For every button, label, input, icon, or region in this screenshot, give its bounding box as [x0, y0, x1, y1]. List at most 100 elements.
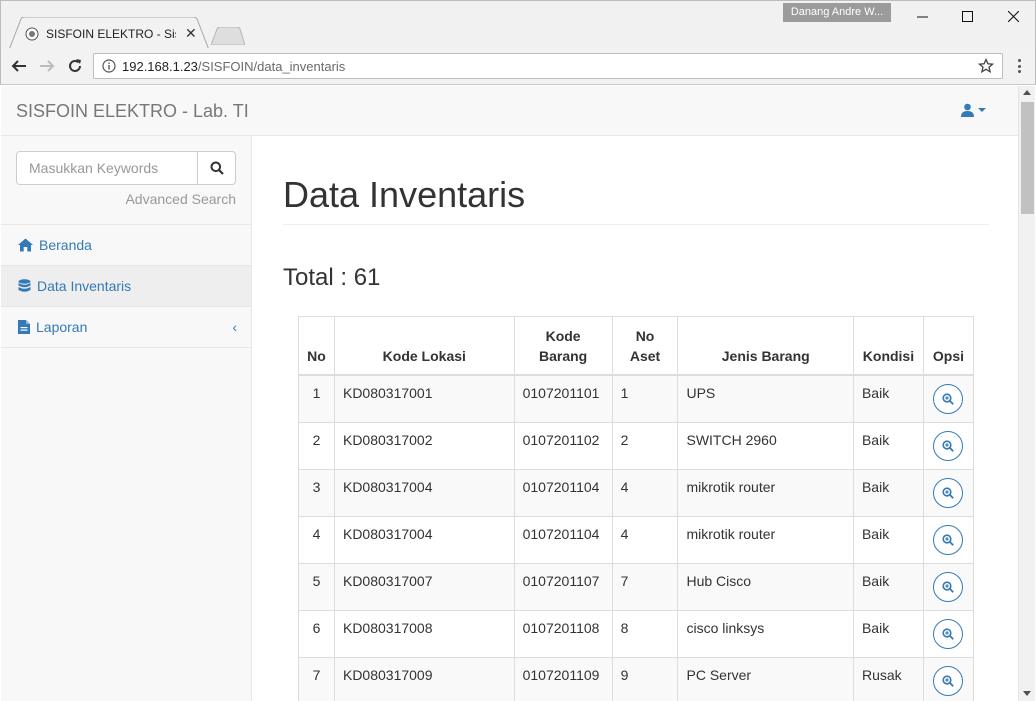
- cell-no-aset: 4: [611, 515, 679, 564]
- total-count: Total : 61: [283, 264, 381, 291]
- maximize-button[interactable]: [944, 1, 990, 31]
- cell-jenis-barang: Hub Cisco: [677, 562, 854, 611]
- zoom-in-icon: [942, 627, 955, 640]
- cell-kode-barang: 0107201107: [513, 562, 613, 611]
- tab-title: SISFOIN ELEKTRO - Sistem: [46, 27, 176, 41]
- view-detail-button[interactable]: [933, 524, 964, 555]
- inventory-table: No Kode Lokasi Kode Barang No Aset Jenis…: [298, 316, 975, 701]
- col-header-kondisi[interactable]: Kondisi: [852, 316, 924, 376]
- table-row: 1 KD080317001 0107201101 1 UPS Baik: [298, 374, 975, 423]
- close-window-button[interactable]: [990, 1, 1036, 31]
- browser-profile-badge[interactable]: Danang Andre W...: [783, 3, 891, 22]
- cell-jenis-barang: mikrotik router: [677, 515, 854, 564]
- sidebar-item-beranda[interactable]: Beranda: [1, 225, 251, 266]
- sidebar-item-data-inventaris[interactable]: Data Inventaris: [1, 266, 251, 307]
- url-text[interactable]: 192.168.1.23/SISFOIN/data_inventaris: [122, 59, 345, 74]
- advanced-search-link[interactable]: Advanced Search: [125, 191, 236, 207]
- zoom-in-icon: [942, 533, 955, 546]
- vertical-scrollbar[interactable]: [1018, 86, 1035, 701]
- cell-kode-barang: 0107201108: [513, 609, 613, 658]
- maximize-icon: [961, 10, 973, 22]
- forward-button[interactable]: [37, 56, 57, 76]
- user-icon: [961, 103, 974, 117]
- cell-no: 5: [298, 562, 335, 611]
- url-path: /SISFOIN/data_inventaris: [197, 59, 346, 74]
- zoom-in-icon: [942, 580, 955, 593]
- cell-opsi: [922, 609, 975, 658]
- view-detail-button[interactable]: [933, 430, 964, 461]
- user-dropdown[interactable]: [961, 103, 986, 117]
- view-detail-button[interactable]: [933, 665, 964, 696]
- view-detail-button[interactable]: [933, 618, 964, 649]
- cell-no: 1: [298, 374, 335, 423]
- browser-menu-icon[interactable]: [1011, 57, 1027, 75]
- cell-opsi: [922, 421, 975, 470]
- browser-toolbar: 192.168.1.23/SISFOIN/data_inventaris: [0, 48, 1036, 85]
- cell-kondisi: Baik: [852, 468, 924, 517]
- url-host: 192.168.1.23: [122, 59, 198, 74]
- col-header-kode-barang[interactable]: Kode Barang: [513, 316, 613, 376]
- reload-icon: [69, 59, 81, 72]
- view-detail-button[interactable]: [933, 477, 964, 508]
- page-viewport: SISFOIN ELEKTRO - Lab. TI Advanced Searc…: [1, 86, 1018, 701]
- page-title: Data Inventaris: [283, 174, 526, 215]
- cell-kode-lokasi: KD080317008: [333, 609, 515, 658]
- table-row: 2 KD080317002 0107201102 2 SWITCH 2960 B…: [298, 421, 975, 470]
- table-row: 5 KD080317007 0107201107 7 Hub Cisco Bai…: [298, 562, 975, 611]
- search-input[interactable]: [16, 151, 198, 185]
- cell-kode-lokasi: KD080317004: [333, 515, 515, 564]
- zoom-in-icon: [942, 486, 955, 499]
- navbar-brand[interactable]: SISFOIN ELEKTRO - Lab. TI: [16, 101, 249, 121]
- reload-button[interactable]: [65, 56, 85, 76]
- database-icon: [18, 279, 31, 292]
- cell-jenis-barang: UPS: [677, 374, 854, 423]
- arrow-left-icon: [11, 60, 26, 72]
- back-button[interactable]: [9, 56, 29, 76]
- cell-opsi: [922, 562, 975, 611]
- col-header-no[interactable]: No: [298, 316, 335, 376]
- minimize-button[interactable]: [899, 1, 945, 31]
- table-row: 6 KD080317008 0107201108 8 cisco linksys…: [298, 609, 975, 658]
- file-icon: [18, 320, 30, 334]
- cell-kode-barang: 0107201104: [513, 468, 613, 517]
- cell-kondisi: Baik: [852, 562, 924, 611]
- close-icon: [1007, 10, 1019, 22]
- info-icon[interactable]: [102, 59, 116, 73]
- cell-kode-lokasi: KD080317009: [333, 656, 515, 701]
- cell-kondisi: Baik: [852, 374, 924, 423]
- address-bar[interactable]: 192.168.1.23/SISFOIN/data_inventaris: [93, 53, 1003, 79]
- cell-no-aset: 7: [611, 562, 679, 611]
- tab-close-icon[interactable]: ✕: [185, 25, 197, 41]
- cell-kode-barang: 0107201104: [513, 515, 613, 564]
- cell-no: 3: [298, 468, 335, 517]
- cell-opsi: [922, 468, 975, 517]
- scroll-up-arrow-icon[interactable]: [1023, 90, 1031, 95]
- zoom-in-icon: [942, 674, 955, 687]
- cell-no: 7: [298, 656, 335, 701]
- sidebar-item-label: Beranda: [39, 237, 92, 253]
- bookmark-star-icon[interactable]: [978, 58, 994, 74]
- top-navbar: SISFOIN ELEKTRO - Lab. TI: [1, 86, 1018, 136]
- col-header-jenis-barang[interactable]: Jenis Barang: [677, 316, 854, 376]
- cell-kondisi: Rusak: [852, 656, 924, 701]
- scrollbar-thumb[interactable]: [1021, 102, 1034, 214]
- title-divider: [283, 224, 989, 225]
- main-content: Data Inventaris Total : 61 No Kode Lokas…: [252, 136, 1018, 701]
- cell-kode-lokasi: KD080317007: [333, 562, 515, 611]
- cell-kode-barang: 0107201101: [513, 374, 613, 423]
- search-icon: [210, 161, 224, 175]
- cell-kode-barang: 0107201102: [513, 421, 613, 470]
- sidebar-item-laporan[interactable]: Laporan ‹: [1, 307, 251, 348]
- col-header-kode-lokasi[interactable]: Kode Lokasi: [333, 316, 515, 376]
- cell-no-aset: 8: [611, 609, 679, 658]
- search-button[interactable]: [197, 151, 236, 185]
- scroll-down-arrow-icon[interactable]: [1023, 691, 1031, 696]
- new-tab-button[interactable]: [211, 27, 245, 45]
- cell-no: 6: [298, 609, 335, 658]
- view-detail-button[interactable]: [933, 571, 964, 602]
- view-detail-button[interactable]: [933, 383, 964, 414]
- arrow-right-icon: [40, 60, 55, 72]
- col-header-no-aset[interactable]: No Aset: [611, 316, 679, 376]
- cell-no-aset: 1: [611, 374, 679, 423]
- cell-kondisi: Baik: [852, 515, 924, 564]
